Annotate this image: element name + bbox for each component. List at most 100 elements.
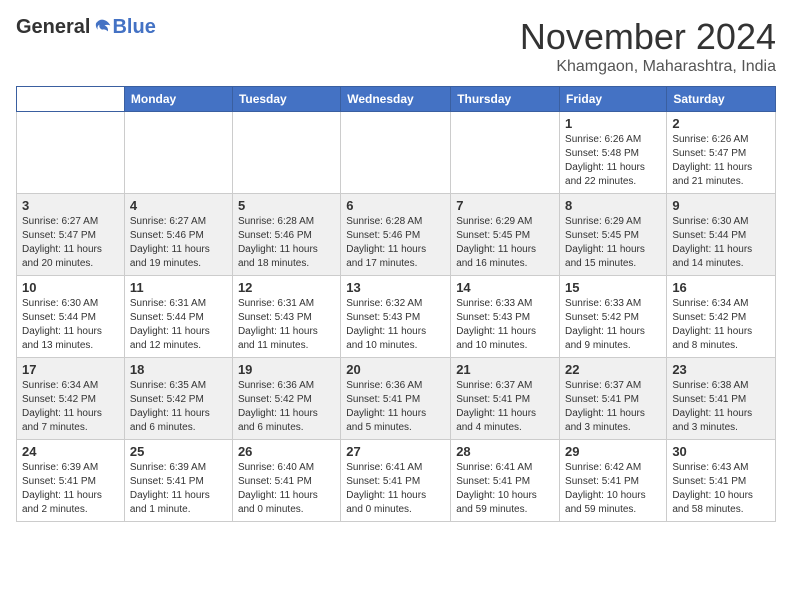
day-number: 21 [456, 362, 554, 377]
day-info: Sunrise: 6:27 AM Sunset: 5:47 PM Dayligh… [22, 215, 119, 271]
calendar-day-cell: 25 Sunrise: 6:39 AM Sunset: 5:41 PM Dayli… [124, 440, 232, 522]
day-info: Sunrise: 6:39 AM Sunset: 5:41 PM Dayligh… [22, 461, 119, 517]
calendar-day-cell [341, 112, 451, 194]
calendar-week-row-4: 17Sunrise: 6:34 AM Sunset: 5:42 PM Dayli… [17, 358, 776, 440]
day-number: 6 [346, 198, 445, 213]
weekday-header-tuesday: Tuesday [232, 87, 340, 112]
calendar-day-cell: 6 Sunrise: 6:28 AM Sunset: 5:46 PM Daylig… [341, 194, 451, 276]
day-number: 29 [565, 444, 661, 459]
day-info: Sunrise: 6:27 AM Sunset: 5:46 PM Dayligh… [130, 215, 227, 271]
day-info: Sunrise: 6:37 AM Sunset: 5:41 PM Dayligh… [456, 379, 554, 435]
day-number: 10 [22, 280, 119, 295]
day-info: Sunrise: 6:37 AM Sunset: 5:41 PM Dayligh… [565, 379, 661, 435]
calendar-day-cell: 20Sunrise: 6:36 AM Sunset: 5:41 PM Dayli… [341, 358, 451, 440]
logo-general-text: General [16, 16, 90, 39]
day-info: Sunrise: 6:29 AM Sunset: 5:45 PM Dayligh… [565, 215, 661, 271]
day-number: 8 [565, 198, 661, 213]
day-info: Sunrise: 6:41 AM Sunset: 5:41 PM Dayligh… [346, 461, 445, 517]
day-number: 19 [238, 362, 335, 377]
calendar-day-cell: 14 Sunrise: 6:33 AM Sunset: 5:43 PM Dayli… [451, 276, 560, 358]
logo-bird-icon [92, 18, 112, 38]
calendar-table: SundayMondayTuesdayWednesdayThursdayFrid… [16, 86, 776, 522]
calendar-day-cell: 27 Sunrise: 6:41 AM Sunset: 5:41 PM Dayli… [341, 440, 451, 522]
day-info: Sunrise: 6:31 AM Sunset: 5:44 PM Dayligh… [130, 297, 227, 353]
day-info: Sunrise: 6:39 AM Sunset: 5:41 PM Dayligh… [130, 461, 227, 517]
calendar-day-cell: 16 Sunrise: 6:34 AM Sunset: 5:42 PM Dayli… [667, 276, 776, 358]
day-number: 12 [238, 280, 335, 295]
calendar-week-row-2: 3 Sunrise: 6:27 AM Sunset: 5:47 PM Daylig… [17, 194, 776, 276]
logo-text: General Blue [16, 16, 156, 39]
day-number: 27 [346, 444, 445, 459]
day-number: 17 [22, 362, 119, 377]
weekday-header-sunday: Sunday [17, 87, 125, 112]
day-info: Sunrise: 6:33 AM Sunset: 5:43 PM Dayligh… [456, 297, 554, 353]
calendar-week-row-1: 1 Sunrise: 6:26 AM Sunset: 5:48 PM Daylig… [17, 112, 776, 194]
calendar-day-cell: 15Sunrise: 6:33 AM Sunset: 5:42 PM Dayli… [560, 276, 667, 358]
calendar-day-cell: 28Sunrise: 6:41 AM Sunset: 5:41 PM Dayli… [451, 440, 560, 522]
calendar-day-cell: 18 Sunrise: 6:35 AM Sunset: 5:42 PM Dayli… [124, 358, 232, 440]
calendar-day-cell: 17Sunrise: 6:34 AM Sunset: 5:42 PM Dayli… [17, 358, 125, 440]
calendar-day-cell: 2 Sunrise: 6:26 AM Sunset: 5:47 PM Daylig… [667, 112, 776, 194]
day-info: Sunrise: 6:28 AM Sunset: 5:46 PM Dayligh… [238, 215, 335, 271]
calendar-week-row-5: 24Sunrise: 6:39 AM Sunset: 5:41 PM Dayli… [17, 440, 776, 522]
day-number: 26 [238, 444, 335, 459]
day-number: 4 [130, 198, 227, 213]
day-number: 11 [130, 280, 227, 295]
day-number: 16 [672, 280, 770, 295]
weekday-header-thursday: Thursday [451, 87, 560, 112]
calendar-day-cell: 29Sunrise: 6:42 AM Sunset: 5:41 PM Dayli… [560, 440, 667, 522]
day-info: Sunrise: 6:30 AM Sunset: 5:44 PM Dayligh… [22, 297, 119, 353]
day-info: Sunrise: 6:40 AM Sunset: 5:41 PM Dayligh… [238, 461, 335, 517]
day-number: 14 [456, 280, 554, 295]
day-number: 7 [456, 198, 554, 213]
day-number: 2 [672, 116, 770, 131]
weekday-header-row: SundayMondayTuesdayWednesdayThursdayFrid… [17, 87, 776, 112]
location: Khamgaon, Maharashtra, India [520, 58, 776, 76]
day-info: Sunrise: 6:36 AM Sunset: 5:42 PM Dayligh… [238, 379, 335, 435]
day-info: Sunrise: 6:26 AM Sunset: 5:47 PM Dayligh… [672, 133, 770, 189]
day-number: 1 [565, 116, 661, 131]
day-info: Sunrise: 6:38 AM Sunset: 5:41 PM Dayligh… [672, 379, 770, 435]
calendar-day-cell: 1 Sunrise: 6:26 AM Sunset: 5:48 PM Daylig… [560, 112, 667, 194]
calendar-day-cell [451, 112, 560, 194]
calendar-day-cell: 4 Sunrise: 6:27 AM Sunset: 5:46 PM Daylig… [124, 194, 232, 276]
day-number: 3 [22, 198, 119, 213]
calendar-day-cell: 26 Sunrise: 6:40 AM Sunset: 5:41 PM Dayli… [232, 440, 340, 522]
day-number: 22 [565, 362, 661, 377]
day-number: 25 [130, 444, 227, 459]
calendar-day-cell [232, 112, 340, 194]
calendar-day-cell: 3 Sunrise: 6:27 AM Sunset: 5:47 PM Daylig… [17, 194, 125, 276]
day-info: Sunrise: 6:36 AM Sunset: 5:41 PM Dayligh… [346, 379, 445, 435]
day-info: Sunrise: 6:29 AM Sunset: 5:45 PM Dayligh… [456, 215, 554, 271]
weekday-header-friday: Friday [560, 87, 667, 112]
day-info: Sunrise: 6:31 AM Sunset: 5:43 PM Dayligh… [238, 297, 335, 353]
calendar-day-cell: 23Sunrise: 6:38 AM Sunset: 5:41 PM Dayli… [667, 358, 776, 440]
calendar-day-cell: 8 Sunrise: 6:29 AM Sunset: 5:45 PM Daylig… [560, 194, 667, 276]
calendar-week-row-3: 10 Sunrise: 6:30 AM Sunset: 5:44 PM Dayli… [17, 276, 776, 358]
calendar-day-cell: 21 Sunrise: 6:37 AM Sunset: 5:41 PM Dayli… [451, 358, 560, 440]
day-info: Sunrise: 6:28 AM Sunset: 5:46 PM Dayligh… [346, 215, 445, 271]
month-title: November 2024 [520, 16, 776, 58]
day-info: Sunrise: 6:30 AM Sunset: 5:44 PM Dayligh… [672, 215, 770, 271]
logo: General Blue [16, 16, 156, 39]
day-info: Sunrise: 6:35 AM Sunset: 5:42 PM Dayligh… [130, 379, 227, 435]
logo-blue-text: Blue [112, 16, 155, 39]
day-number: 9 [672, 198, 770, 213]
weekday-header-saturday: Saturday [667, 87, 776, 112]
weekday-header-wednesday: Wednesday [341, 87, 451, 112]
day-info: Sunrise: 6:34 AM Sunset: 5:42 PM Dayligh… [672, 297, 770, 353]
header: General Blue November 2024 Khamgaon, Mah… [16, 16, 776, 76]
calendar-day-cell: 13Sunrise: 6:32 AM Sunset: 5:43 PM Dayli… [341, 276, 451, 358]
calendar-day-cell: 22 Sunrise: 6:37 AM Sunset: 5:41 PM Dayli… [560, 358, 667, 440]
calendar-day-cell: 10 Sunrise: 6:30 AM Sunset: 5:44 PM Dayli… [17, 276, 125, 358]
day-info: Sunrise: 6:26 AM Sunset: 5:48 PM Dayligh… [565, 133, 661, 189]
day-info: Sunrise: 6:32 AM Sunset: 5:43 PM Dayligh… [346, 297, 445, 353]
day-number: 18 [130, 362, 227, 377]
calendar-day-cell: 5 Sunrise: 6:28 AM Sunset: 5:46 PM Daylig… [232, 194, 340, 276]
day-number: 5 [238, 198, 335, 213]
calendar-day-cell: 7 Sunrise: 6:29 AM Sunset: 5:45 PM Daylig… [451, 194, 560, 276]
calendar-day-cell: 12 Sunrise: 6:31 AM Sunset: 5:43 PM Dayli… [232, 276, 340, 358]
calendar-day-cell [124, 112, 232, 194]
calendar-day-cell: 30Sunrise: 6:43 AM Sunset: 5:41 PM Dayli… [667, 440, 776, 522]
day-info: Sunrise: 6:41 AM Sunset: 5:41 PM Dayligh… [456, 461, 554, 517]
